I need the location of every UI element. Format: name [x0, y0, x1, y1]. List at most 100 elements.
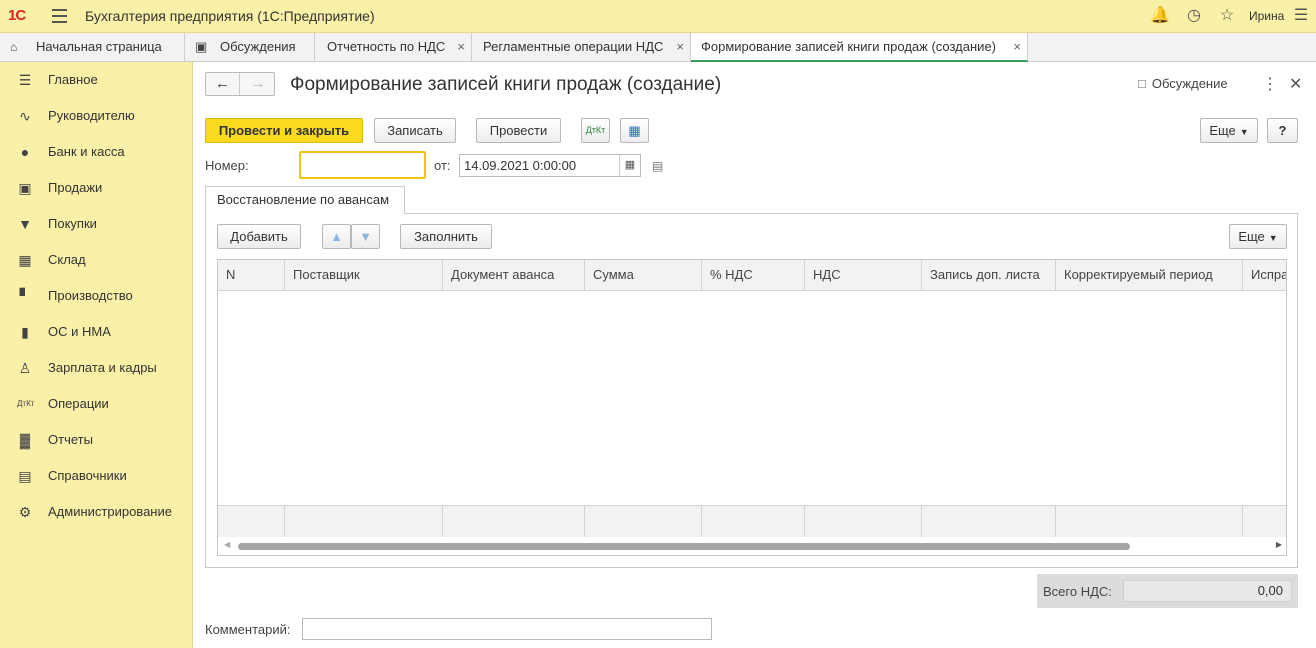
number-label: Номер: — [205, 158, 249, 173]
help-button[interactable]: ? — [1267, 118, 1298, 143]
sidebar-item-label: Отчеты — [48, 432, 93, 447]
fill-button[interactable]: Заполнить — [400, 224, 492, 249]
number-input[interactable] — [299, 151, 426, 179]
tab-advance-restoration[interactable]: Восстановление по авансам — [205, 186, 405, 214]
sidebar-item-bank[interactable]: ● Банк и касса — [0, 134, 193, 170]
home-icon: ⌂ — [10, 40, 18, 54]
more-label: Еще — [1209, 123, 1236, 138]
forward-arrow-icon[interactable]: → — [241, 73, 275, 95]
post-button[interactable]: Провести — [476, 118, 561, 143]
column-header[interactable]: % НДС — [702, 260, 805, 291]
sidebar-item-purchases[interactable]: ▼ Покупки — [0, 206, 193, 242]
comment-input[interactable] — [302, 618, 712, 640]
close-tab-icon[interactable]: × — [457, 33, 465, 61]
history-icon[interactable]: ◷ — [1184, 6, 1204, 26]
bar-chart-icon: ▓ — [19, 432, 31, 448]
shopping-bag-icon: ▣ — [18, 180, 32, 196]
table-header: N Поставщик Документ аванса Сумма % НДС … — [218, 260, 1286, 291]
close-tab-icon[interactable]: × — [676, 33, 684, 61]
more-actions-icon[interactable]: ⋮ — [1262, 74, 1278, 94]
move-down-icon[interactable]: ▼ — [351, 224, 380, 249]
document-form: ← → Формирование записей книги продаж (с… — [194, 62, 1316, 648]
date-input[interactable]: 14.09.2021 0:00:00 — [459, 154, 641, 177]
dt-kt-icon: ДтКт — [17, 399, 35, 408]
column-header[interactable]: N — [218, 260, 285, 291]
add-button[interactable]: Добавить — [217, 224, 301, 249]
books-icon: ▤ — [18, 468, 32, 484]
caret-down-icon: ▼ — [1268, 233, 1278, 243]
discussion-link[interactable]: □ Обсуждение — [1138, 76, 1228, 91]
sidebar-item-payroll[interactable]: ♙ Зарплата и кадры — [0, 350, 193, 386]
gear-icon: ⚙ — [18, 504, 32, 520]
column-header[interactable]: Поставщик — [285, 260, 443, 291]
tab-vat-operations[interactable]: Регламентные операции НДС × — [472, 33, 691, 62]
total-vat-label: Всего НДС: — [1043, 584, 1112, 599]
column-header[interactable]: Сумма — [585, 260, 702, 291]
sidebar-item-label: Банк и касса — [48, 144, 125, 159]
back-arrow-icon[interactable]: ← — [206, 73, 240, 95]
sidebar-item-reports[interactable]: ▓ Отчеты — [0, 422, 193, 458]
column-header[interactable]: Испра — [1243, 260, 1286, 291]
form-title: Формирование записей книги продаж (созда… — [290, 74, 722, 95]
calendar-icon[interactable]: ▦ — [619, 155, 640, 176]
scroll-left-icon[interactable]: ◀ — [224, 540, 230, 549]
app-title: Бухгалтерия предприятия (1С:Предприятие) — [85, 8, 375, 24]
dt-kt-postings-button[interactable]: ДтКт — [581, 118, 610, 143]
column-header[interactable]: НДС — [805, 260, 922, 291]
sidebar-item-manager[interactable]: ∿ Руководителю — [0, 98, 193, 134]
table-footer — [218, 505, 1286, 538]
user-name[interactable]: Ирина — [1249, 9, 1284, 23]
table-more-button[interactable]: Еще ▼ — [1229, 224, 1287, 249]
open-windows-tabs: ⌂ Начальная страница ▣ Обсуждения Отчетн… — [0, 33, 1316, 62]
sidebar-item-admin[interactable]: ⚙ Администрирование — [0, 494, 193, 530]
tab-label: Начальная страница — [36, 39, 162, 54]
column-header[interactable]: Запись доп. листа — [922, 260, 1056, 291]
star-icon[interactable]: ☆ — [1217, 6, 1237, 26]
sidebar-item-label: Операции — [48, 396, 109, 411]
move-up-icon[interactable]: ▲ — [322, 224, 351, 249]
save-button[interactable]: Записать — [374, 118, 456, 143]
app-logo: 1С — [8, 7, 26, 24]
post-and-close-button[interactable]: Провести и закрыть — [205, 118, 363, 143]
sidebar-item-main[interactable]: ☰ Главное — [0, 62, 193, 98]
sidebar-item-label: ОС и НМА — [48, 324, 111, 339]
scrollbar-thumb[interactable] — [238, 543, 1130, 550]
sidebar-item-warehouse[interactable]: ▦ Склад — [0, 242, 193, 278]
date-label: от: — [434, 158, 451, 173]
sidebar-item-sales[interactable]: ▣ Продажи — [0, 170, 193, 206]
trend-icon: ∿ — [19, 108, 31, 124]
tab-discussions[interactable]: ▣ Обсуждения — [185, 33, 315, 62]
sidebar-item-label: Справочники — [48, 468, 127, 483]
settings-menu-icon[interactable]: ☰ — [1291, 6, 1311, 26]
comment-label: Комментарий: — [205, 622, 291, 637]
scroll-right-icon[interactable]: ▶ — [1276, 540, 1282, 549]
memo-icon[interactable]: ▤ — [652, 159, 663, 173]
total-vat-value: 0,00 — [1123, 580, 1292, 602]
ruble-coin-icon: ● — [20, 144, 30, 160]
sidebar-item-operations[interactable]: ДтКт Операции — [0, 386, 193, 422]
more-button[interactable]: Еще ▼ — [1200, 118, 1258, 143]
close-tab-icon[interactable]: × — [1013, 33, 1021, 61]
sidebar-item-fixed-assets[interactable]: ▮ ОС и НМА — [0, 314, 193, 350]
tab-home[interactable]: ⌂ Начальная страница — [0, 33, 185, 62]
column-header[interactable]: Документ аванса — [443, 260, 585, 291]
horizontal-scrollbar[interactable]: ◀ ▶ — [218, 537, 1286, 555]
structure-icon[interactable]: ▦ — [620, 118, 649, 143]
column-header[interactable]: Корректируемый период — [1056, 260, 1243, 291]
discussion-label: Обсуждение — [1151, 76, 1228, 91]
advances-table[interactable]: N Поставщик Документ аванса Сумма % НДС … — [217, 259, 1287, 556]
tab-vat-reports[interactable]: Отчетность по НДС × — [315, 33, 472, 62]
sidebar-item-label: Покупки — [48, 216, 97, 231]
factory-icon: ▘ — [19, 288, 31, 304]
cart-icon: ▼ — [18, 216, 32, 232]
sidebar-item-label: Производство — [48, 288, 133, 303]
main-menu-icon[interactable] — [52, 9, 67, 23]
sidebar-item-catalogs[interactable]: ▤ Справочники — [0, 458, 193, 494]
sidebar-item-production[interactable]: ▘ Производство — [0, 278, 193, 314]
bell-icon[interactable]: 🔔 — [1150, 6, 1170, 26]
history-nav: ← → — [205, 72, 275, 96]
tab-sales-book-records[interactable]: Формирование записей книги продаж (созда… — [691, 33, 1028, 62]
close-form-icon[interactable]: ✕ — [1289, 74, 1302, 94]
sidebar-item-label: Склад — [48, 252, 86, 267]
sidebar-item-label: Продажи — [48, 180, 103, 195]
